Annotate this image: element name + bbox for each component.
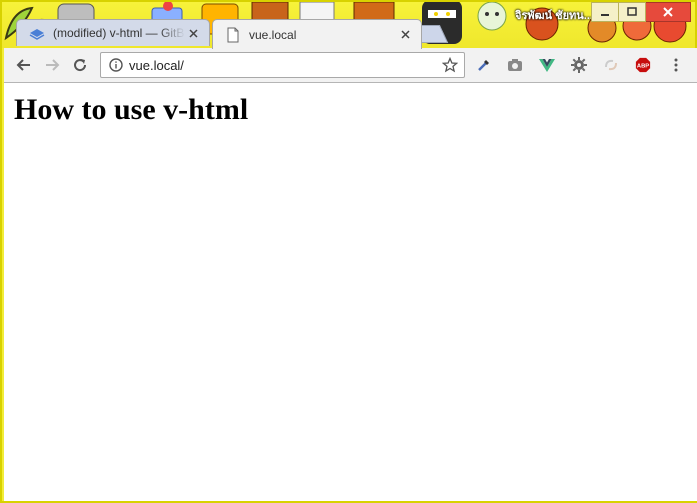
menu-button[interactable] [668,57,684,73]
vue-devtools-icon [539,59,555,72]
adblock-plus-icon: ABP [635,57,651,73]
adblock-label: ABP [637,64,649,70]
tab-title: (modified) v-html — GitBook [53,26,185,40]
menu-icon [674,58,678,72]
camera-button[interactable] [507,57,523,73]
gitbook-icon [29,25,45,41]
page-viewport: How to use v-html [4,83,697,501]
settings-cog-icon [571,57,587,73]
reload-button[interactable] [70,55,90,75]
vue-devtools-button[interactable] [539,57,555,73]
maximize-icon [627,7,637,16]
address-bar[interactable]: vue.local/ [100,52,465,78]
close-icon [400,30,410,39]
camera-icon [508,59,522,71]
page-heading: How to use v-html [14,93,249,126]
tab-gitbook[interactable]: (modified) v-html — GitBook [16,19,210,46]
reload-icon [74,59,87,72]
browser-toolbar: vue.local/ ABP [4,48,697,83]
close-icon [663,7,673,17]
tab-title: vue.local [249,27,297,42]
info-icon[interactable] [109,58,123,72]
page-icon [225,27,241,43]
adblock-plus-button[interactable]: ABP [635,57,651,73]
url-text[interactable]: vue.local/ [129,58,184,73]
back-button[interactable] [14,55,34,75]
browser-window: จิรพัฒน์ ชัยทน... (modified) v-html — Gi… [0,0,697,503]
window-controls [591,2,691,22]
minimize-icon [601,14,609,16]
forward-arrow-icon [46,59,60,71]
eyedropper-button[interactable] [476,57,492,73]
settings-cog-button[interactable] [571,57,587,73]
tab-vue-local[interactable]: vue.local [212,19,422,49]
tab-strip: (modified) v-html — GitBook vue.local [16,19,696,49]
sync-icon [605,59,617,71]
bookmark-star-icon[interactable] [442,57,458,73]
tab-close-button[interactable] [397,27,413,43]
sync-button[interactable] [603,57,619,73]
forward-button[interactable] [42,55,62,75]
eyedropper-icon [478,60,489,71]
close-icon [188,28,198,38]
back-arrow-icon [16,59,30,71]
tab-close-button[interactable] [185,25,201,41]
